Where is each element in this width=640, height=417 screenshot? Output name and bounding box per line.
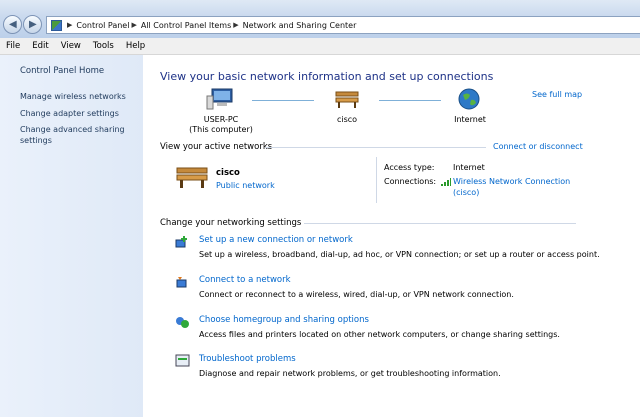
menu-edit[interactable]: Edit <box>26 41 54 51</box>
task-troubleshoot-link[interactable]: Troubleshoot problems <box>199 354 296 364</box>
computer-icon <box>206 88 233 110</box>
chevron-right-icon[interactable]: ▶ <box>67 21 72 29</box>
wireless-connection-link[interactable]: Wireless Network Connection (cisco) <box>453 176 570 198</box>
task-homegroup-link[interactable]: Choose homegroup and sharing options <box>199 315 369 325</box>
forward-button[interactable]: ▶ <box>23 15 42 34</box>
breadcrumb-all-items[interactable]: All Control Panel Items <box>141 21 231 30</box>
breadcrumb-network-center[interactable]: Network and Sharing Center <box>243 21 357 30</box>
bench-network-icon <box>335 91 359 108</box>
task-connect-network-link[interactable]: Connect to a network <box>199 275 291 285</box>
see-full-map-link[interactable]: See full map <box>532 90 582 99</box>
map-link-line <box>252 100 314 101</box>
task-setup-connection-link[interactable]: Set up a new connection or network <box>199 235 353 245</box>
map-network-name: cisco <box>336 115 358 124</box>
back-button[interactable]: ◀ <box>3 15 22 34</box>
forward-arrow-icon: ▶ <box>29 19 37 30</box>
back-arrow-icon: ◀ <box>9 19 17 30</box>
map-computer-sub: (This computer) <box>189 125 253 134</box>
menu-file[interactable]: File <box>0 41 26 51</box>
map-internet: Internet <box>454 115 486 124</box>
section-divider <box>304 223 576 224</box>
menu-bar: File Edit View Tools Help <box>0 38 640 55</box>
sidebar-link-adapter-settings[interactable]: Change adapter settings <box>20 108 138 119</box>
breadcrumb-control-panel[interactable]: Control Panel <box>76 21 129 30</box>
active-network-name: cisco <box>216 168 240 178</box>
change-settings-title: Change your networking settings <box>160 218 302 228</box>
control-panel-icon <box>51 19 62 31</box>
wifi-signal-icon <box>441 178 451 186</box>
task-connect-network-desc: Connect or reconnect to a wireless, wire… <box>199 290 514 299</box>
access-type-value: Internet <box>453 163 485 172</box>
troubleshoot-icon <box>175 354 190 367</box>
new-connection-icon <box>175 236 187 248</box>
task-homegroup-desc: Access files and printers located on oth… <box>199 330 560 339</box>
vertical-divider <box>376 157 377 203</box>
sidebar-link-manage-wireless[interactable]: Manage wireless networks <box>20 91 138 102</box>
active-networks-title: View your active networks <box>160 142 273 152</box>
homegroup-icon <box>176 317 189 328</box>
map-computer: USER-PC (This computer) <box>181 115 261 135</box>
section-divider <box>265 147 486 148</box>
globe-icon <box>458 88 480 110</box>
sidebar-link-advanced-sharing[interactable]: Change advanced sharing settings <box>20 124 138 146</box>
map-computer-name: USER-PC <box>203 115 239 124</box>
address-box[interactable]: ▶ Control Panel ▶ All Control Panel Item… <box>46 16 640 34</box>
menu-tools[interactable]: Tools <box>87 41 120 51</box>
menu-help[interactable]: Help <box>120 41 151 51</box>
network-type-link[interactable]: Public network <box>216 181 275 190</box>
main-content: View your basic network information and … <box>143 55 640 417</box>
chevron-right-icon[interactable]: ▶ <box>131 21 136 29</box>
map-link-line <box>379 100 441 101</box>
page-title: View your basic network information and … <box>160 70 494 83</box>
connect-or-disconnect-link[interactable]: Connect or disconnect <box>493 142 583 151</box>
menu-view[interactable]: View <box>55 41 87 51</box>
connections-label: Connections: <box>384 177 437 186</box>
chevron-right-icon[interactable]: ▶ <box>233 21 238 29</box>
connection-name[interactable]: Wireless Network Connection <box>453 176 570 187</box>
connection-sub[interactable]: (cisco) <box>453 187 570 198</box>
address-bar-area: ◀ ▶ ▶ Control Panel ▶ All Control Panel … <box>0 0 640 38</box>
sidebar: Control Panel Home Manage wireless netwo… <box>0 55 143 417</box>
connect-network-icon <box>176 277 187 288</box>
bench-network-icon <box>176 167 208 188</box>
access-type-label: Access type: <box>384 163 435 172</box>
task-setup-connection-desc: Set up a wireless, broadband, dial-up, a… <box>199 250 600 259</box>
task-troubleshoot-desc: Diagnose and repair network problems, or… <box>199 369 501 378</box>
sidebar-home-link[interactable]: Control Panel Home <box>20 66 104 76</box>
